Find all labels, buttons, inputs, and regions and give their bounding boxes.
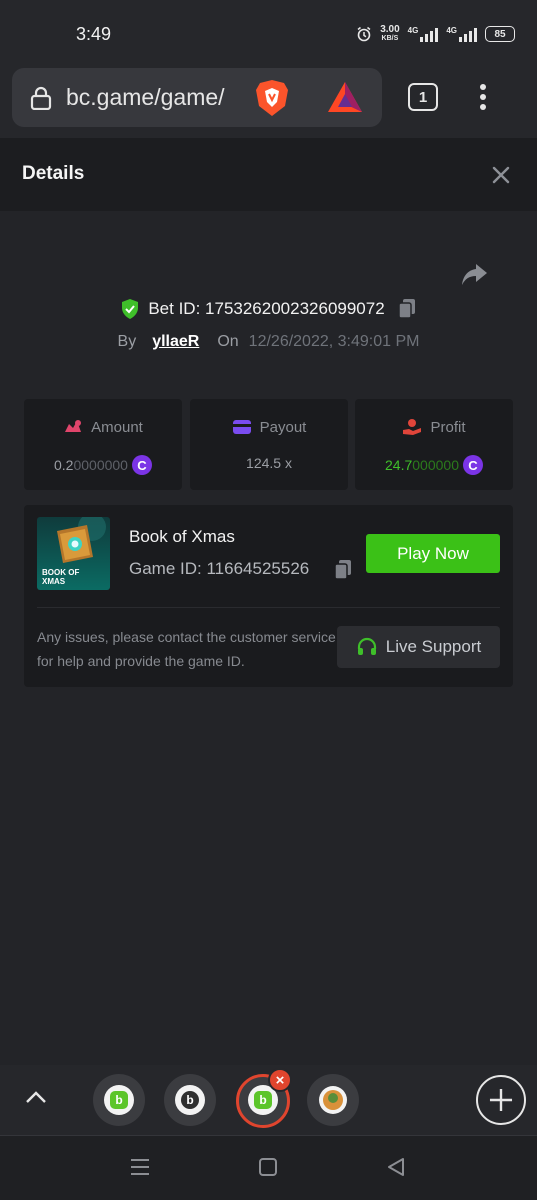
recent-apps-icon[interactable] — [130, 1157, 150, 1177]
amount-card: Amount 0.20000000 C — [24, 399, 182, 490]
by-label: By — [117, 333, 137, 350]
signal-bars-icon — [420, 26, 439, 42]
book-of-xmas-image: BOOK OF XMAS — [37, 517, 110, 590]
signal-1: 4G — [408, 26, 439, 42]
alarm-icon — [357, 26, 371, 42]
amount-value: 0.20000000 — [54, 457, 128, 473]
bat-rewards-icon[interactable] — [326, 80, 364, 114]
net-speed: 3.00 KB/S — [380, 24, 400, 43]
coin-icon: C — [131, 455, 152, 475]
support-notice: Any issues, please contact the customer … — [37, 629, 336, 669]
home-icon[interactable] — [259, 1158, 277, 1176]
headset-icon — [357, 637, 376, 655]
battery-icon: 85 — [485, 26, 515, 42]
bet-meta-row: By yllaeR On 12/26/2022, 3:49:01 PM — [0, 333, 537, 351]
on-label: On — [217, 333, 239, 350]
chevron-up-icon[interactable] — [24, 1087, 48, 1107]
payout-card-icon — [232, 420, 251, 434]
status-icons: 3.00 KB/S 4G 4G 85 — [356, 22, 515, 46]
brave-shield-icon[interactable] — [254, 78, 290, 118]
tab-thumbnail-bcgame[interactable]: b — [93, 1074, 145, 1126]
copy-icon[interactable] — [397, 298, 417, 320]
username-link[interactable]: yllaeR — [152, 333, 199, 351]
tab-switcher-button[interactable]: 1 — [408, 83, 438, 111]
profit-hand-icon — [403, 419, 422, 435]
live-support-button[interactable]: Live Support — [337, 626, 500, 668]
verified-shield-icon — [122, 299, 139, 319]
tab-thumbnail-game[interactable] — [307, 1074, 359, 1126]
profit-label: Profit — [430, 418, 466, 436]
share-icon[interactable] — [460, 262, 488, 288]
back-icon[interactable] — [386, 1157, 406, 1177]
lock-icon — [30, 86, 52, 110]
game-id: Game ID: 11664525526 — [129, 559, 310, 578]
bcgame-favicon-icon: b — [104, 1085, 134, 1115]
payout-card: Payout 124.5 x — [190, 399, 348, 490]
game-favicon-icon — [319, 1086, 347, 1114]
page-title: Details — [22, 163, 85, 184]
svg-text:BOOK OF: BOOK OF — [42, 568, 79, 577]
game-thumbnail[interactable]: BOOK OF XMAS — [37, 517, 110, 590]
profit-value: 24.7000000 — [385, 457, 459, 473]
browser-menu-button[interactable] — [474, 82, 492, 112]
bet-date: 12/26/2022, 3:49:01 PM — [248, 333, 420, 350]
amount-label: Amount — [91, 418, 143, 436]
payout-label: Payout — [259, 418, 307, 436]
signal-2: 4G — [446, 26, 477, 42]
signal-bars-icon — [459, 26, 477, 42]
close-tab-icon[interactable]: × — [268, 1068, 292, 1092]
amount-icon — [65, 420, 82, 432]
profit-card: Profit 24.7000000 C — [355, 399, 513, 490]
status-time: 3:49 — [76, 24, 112, 44]
copy-icon[interactable] — [333, 559, 353, 581]
play-now-button[interactable]: Play Now — [366, 534, 500, 573]
svg-text:XMAS: XMAS — [42, 577, 66, 586]
divider — [37, 607, 500, 608]
coin-icon: C — [462, 455, 483, 475]
payout-value: 124.5 x — [246, 455, 292, 471]
game-name: Book of Xmas — [129, 527, 235, 546]
bcgame-chat-favicon-icon: b — [175, 1085, 205, 1115]
bet-id: Bet ID: 1753262002326099072 — [148, 299, 385, 318]
url-text[interactable]: bc.game/game/ — [66, 84, 225, 111]
tab-thumbnail-bcgame-chat[interactable]: b — [164, 1074, 216, 1126]
bet-id-row: Bet ID: 1753262002326099072 — [0, 298, 537, 320]
new-tab-plus-icon[interactable] — [476, 1075, 526, 1125]
close-icon[interactable] — [490, 164, 512, 186]
